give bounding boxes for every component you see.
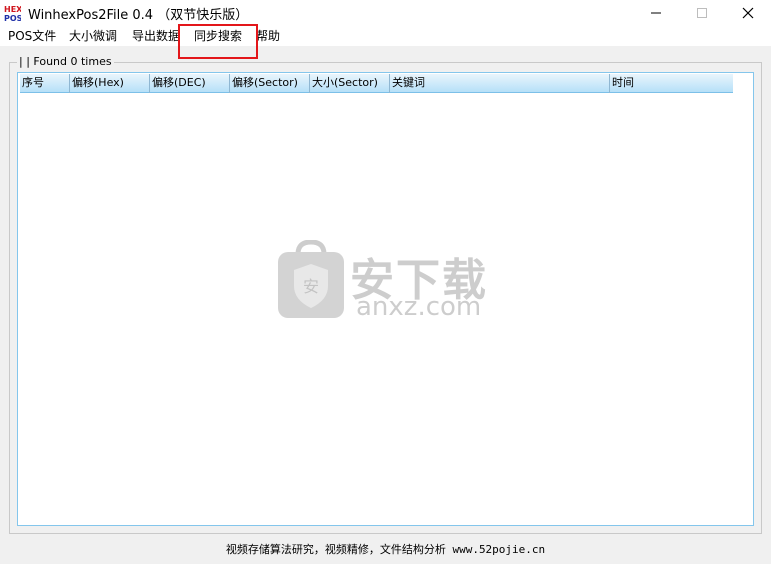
shield-bag-icon: 安 (278, 240, 344, 318)
maximize-button[interactable] (679, 0, 725, 26)
maximize-icon (697, 8, 707, 18)
title-bar: HEX POS WinhexPos2File 0.4 （双节快乐版） (0, 0, 771, 26)
found-count-label: | | Found 0 times (17, 55, 114, 68)
svg-text:POS: POS (4, 14, 21, 22)
column-header-time[interactable]: 时间 (610, 74, 733, 93)
menu-help[interactable]: 帮助 (256, 27, 280, 44)
column-header-offset-dec[interactable]: 偏移(DEC) (150, 74, 230, 93)
watermark-url: anxz.com (356, 292, 482, 322)
menu-export-data[interactable]: 导出数据 (132, 27, 180, 44)
column-header-offset-hex[interactable]: 偏移(Hex) (70, 74, 150, 93)
highlight-box (178, 24, 258, 59)
close-icon (742, 7, 754, 19)
svg-text:HEX: HEX (4, 5, 21, 14)
menu-bar: POS文件 大小微调 导出数据 同步搜索 帮助 (0, 26, 771, 46)
minimize-button[interactable] (633, 0, 679, 26)
list-header: 序号 偏移(Hex) 偏移(DEC) 偏移(Sector) 大小(Sector)… (20, 74, 733, 93)
column-header-offset-sector[interactable]: 偏移(Sector) (230, 74, 310, 93)
window-title: WinhexPos2File 0.4 （双节快乐版） (28, 8, 249, 23)
watermark: 安 安下载 anxz.com (276, 240, 496, 322)
column-header-index[interactable]: 序号 (20, 74, 70, 93)
status-text: 视频存储算法研究，视频精修，文件结构分析 www.52pojie.cn (225, 543, 546, 556)
close-button[interactable] (725, 0, 771, 26)
minimize-icon (651, 12, 661, 14)
column-header-size-sector[interactable]: 大小(Sector) (310, 74, 390, 93)
hex-pos-app-icon: HEX POS (3, 4, 21, 22)
menu-size-adjust[interactable]: 大小微调 (69, 27, 117, 44)
svg-text:安: 安 (303, 277, 319, 296)
column-header-keyword[interactable]: 关键词 (390, 74, 610, 93)
menu-pos-file[interactable]: POS文件 (8, 27, 56, 44)
